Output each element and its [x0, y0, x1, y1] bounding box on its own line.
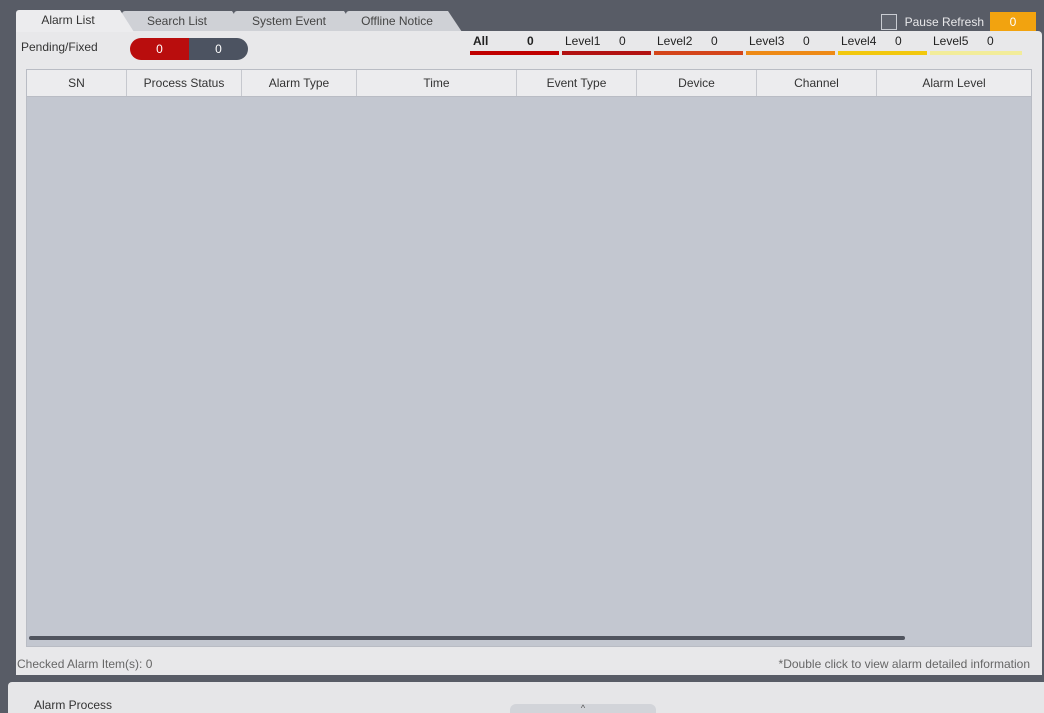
pause-refresh: Pause Refresh 0	[880, 12, 1036, 32]
pause-refresh-count: 0	[990, 12, 1036, 32]
pending-count[interactable]: 0	[130, 38, 189, 60]
tab-offline-notice[interactable]: Offline Notice	[346, 11, 462, 32]
double-click-hint: *Double click to view alarm detailed inf…	[778, 657, 1030, 671]
level5-count: 0	[987, 34, 994, 48]
table-header: SN Process Status Alarm Type Time Event …	[27, 70, 1031, 97]
column-header-time[interactable]: Time	[357, 70, 517, 96]
level3-count: 0	[803, 34, 810, 48]
level5-label: Level5	[933, 34, 969, 48]
level1-label: Level1	[565, 34, 601, 48]
level-filter-1[interactable]: Level1 0	[562, 34, 653, 62]
level1-bar	[562, 51, 651, 55]
horizontal-scrollbar[interactable]	[29, 636, 905, 640]
level5-bar	[930, 51, 1022, 55]
pending-fixed-label: Pending/Fixed	[21, 40, 98, 54]
tab-alarm-list[interactable]: Alarm List	[16, 10, 134, 32]
expand-panel-handle[interactable]: ^	[510, 704, 656, 713]
pause-refresh-checkbox[interactable]	[880, 14, 897, 30]
column-header-channel[interactable]: Channel	[757, 70, 877, 96]
column-header-sn[interactable]: SN	[27, 70, 127, 96]
column-header-process-status[interactable]: Process Status	[127, 70, 242, 96]
tab-search-list[interactable]: Search List	[122, 11, 246, 32]
alarm-list-panel: Pending/Fixed 0 0 All 0 Level1 0 Level2 …	[16, 31, 1042, 675]
level-filter-all[interactable]: All 0	[470, 34, 561, 62]
level-filter-3[interactable]: Level3 0	[746, 34, 837, 62]
level2-label: Level2	[657, 34, 693, 48]
alarm-process-label: Alarm Process	[34, 698, 113, 712]
level3-bar	[746, 51, 835, 55]
level-filter-5[interactable]: Level5 0	[930, 34, 1022, 62]
level4-label: Level4	[841, 34, 877, 48]
level-filter-4[interactable]: Level4 0	[838, 34, 929, 62]
checked-alarm-count: Checked Alarm Item(s): 0	[17, 657, 153, 671]
alarm-table[interactable]: SN Process Status Alarm Type Time Event …	[26, 69, 1032, 647]
pause-refresh-label: Pause Refresh	[904, 15, 984, 29]
tab-bar: Offline Notice System Event Search List …	[0, 6, 1044, 32]
level-all-count: 0	[527, 34, 534, 48]
level-all-bar	[470, 51, 559, 55]
level4-count: 0	[895, 34, 902, 48]
level1-count: 0	[619, 34, 626, 48]
filter-row: Pending/Fixed 0 0 All 0 Level1 0 Level2 …	[16, 31, 1042, 63]
level3-label: Level3	[749, 34, 785, 48]
column-header-alarm-level[interactable]: Alarm Level	[877, 70, 1031, 96]
pending-fixed-toggle[interactable]: 0 0	[130, 38, 248, 60]
level-all-label: All	[473, 34, 489, 48]
column-header-alarm-type[interactable]: Alarm Type	[242, 70, 357, 96]
level-filter-2[interactable]: Level2 0	[654, 34, 745, 62]
tab-system-event[interactable]: System Event	[234, 11, 358, 32]
level2-bar	[654, 51, 743, 55]
level2-count: 0	[711, 34, 718, 48]
level4-bar	[838, 51, 927, 55]
chevron-up-icon: ^	[580, 703, 586, 713]
fixed-count[interactable]: 0	[189, 38, 248, 60]
column-header-event-type[interactable]: Event Type	[517, 70, 637, 96]
column-header-device[interactable]: Device	[637, 70, 757, 96]
